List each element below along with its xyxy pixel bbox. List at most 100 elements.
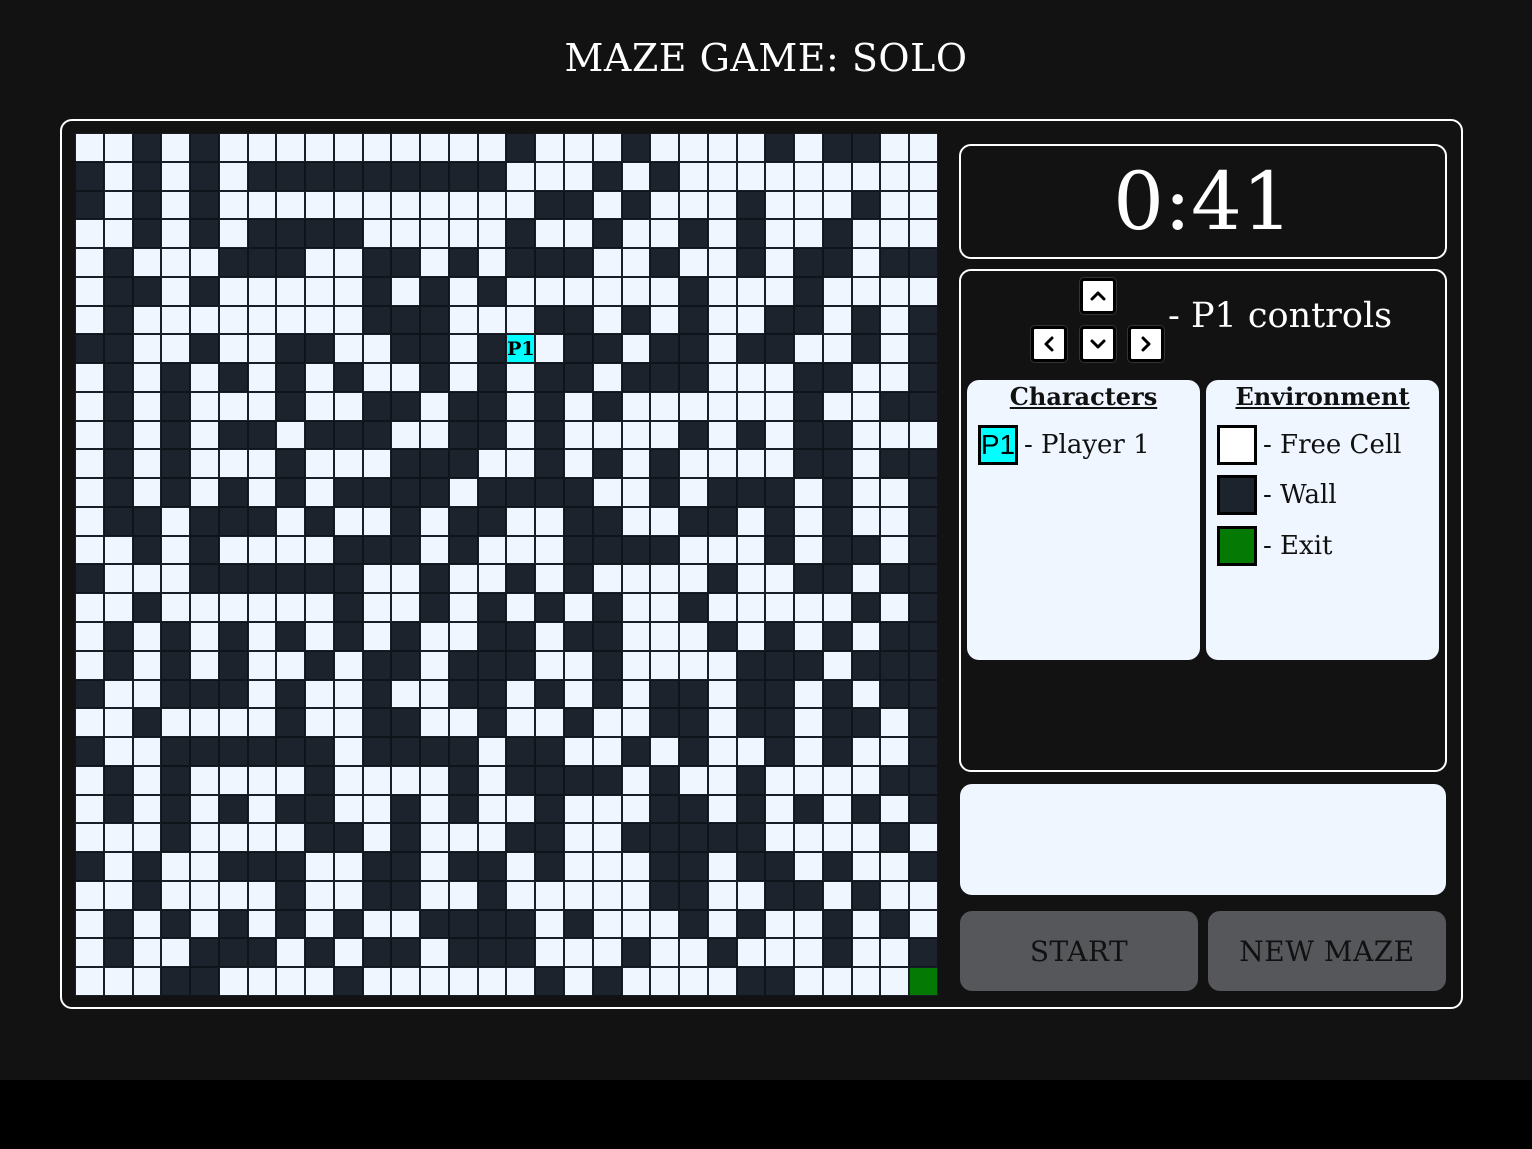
free-cell [650,737,680,766]
arrow-left-key[interactable] [1031,326,1067,362]
chevron-down-icon [1090,339,1106,349]
wall-cell [880,765,910,795]
free-cell [247,765,277,795]
wall-cell [247,420,277,450]
free-cell [506,794,536,824]
environment-legend: Environment - Free Cell - Wall - Exit [1206,380,1439,660]
start-button[interactable]: START [960,911,1198,991]
arrow-right-key[interactable] [1128,326,1164,362]
free-cell [333,737,363,766]
controls-label: - P1 controls [1168,296,1393,336]
free-cell [736,564,766,594]
free-cell [420,679,449,709]
wall-cell [650,765,680,795]
free-cell [851,967,881,996]
free-cell [650,305,680,335]
wall-cell [132,880,162,910]
wall-cell [362,478,392,507]
free-cell [190,363,219,392]
free-cell [190,880,219,910]
free-cell [247,650,277,680]
free-cell [276,650,306,680]
free-cell [621,622,651,651]
free-cell [132,967,162,996]
free-cell [880,133,910,162]
free-cell [218,334,248,364]
free-cell [535,506,565,536]
new-maze-button[interactable]: NEW MAZE [1208,911,1446,991]
wall-cell [276,737,306,766]
free-cell [305,190,334,220]
wall-cell [765,737,795,766]
wall-cell [448,535,478,565]
free-cell [880,190,910,220]
arrow-up-key[interactable] [1080,278,1116,314]
wall-cell [362,420,392,450]
wall-cell [190,506,219,536]
free-cell [75,506,104,536]
wall-cell [851,650,881,680]
free-cell [190,823,219,853]
wall-cell [190,276,219,306]
free-cell [707,363,737,392]
wall-cell [679,219,708,249]
free-cell [880,363,910,392]
free-cell [880,161,910,191]
exit-swatch [1217,526,1257,566]
free-cell [190,478,219,507]
wall-cell [794,276,823,306]
wall-cell [362,276,392,306]
free-cell [333,938,363,968]
free-cell [592,909,622,939]
wall-cell [592,650,622,680]
free-cell [535,880,565,910]
free-cell [707,391,737,421]
free-cell [448,967,478,996]
wall-cell [707,478,737,507]
free-cell [161,219,191,249]
free-cell [190,305,219,335]
wall-cell [132,219,162,249]
free-cell [765,909,795,939]
free-cell [305,248,334,277]
free-cell [822,593,852,623]
wall-cell [880,391,910,421]
free-cell [851,420,881,450]
free-cell [621,506,651,536]
wall-cell [190,133,219,162]
free-cell [190,449,219,479]
free-cell [132,420,162,450]
wall-cell [564,478,593,507]
free-cell [218,880,248,910]
wall-cell [592,161,622,191]
wall-cell [592,967,622,996]
maze-grid[interactable]: P1 [75,133,938,996]
free-cell [650,622,680,651]
free-cell [650,564,680,594]
free-cell [880,334,910,364]
wall-cell [75,852,104,881]
free-cell [909,909,938,939]
free-cell [794,679,823,709]
arrow-down-key[interactable] [1080,326,1116,362]
wall-cell [362,248,392,277]
free-cell [448,622,478,651]
free-cell [333,708,363,738]
free-cell [650,506,680,536]
free-cell [391,593,421,623]
free-cell [362,794,392,824]
free-cell [650,938,680,968]
wall-cell [190,219,219,249]
wall-cell [794,391,823,421]
free-cell [190,852,219,881]
free-cell [362,334,392,364]
free-cell [218,535,248,565]
free-cell [621,420,651,450]
free-cell [621,650,651,680]
free-cell [477,794,507,824]
wall-cell [564,622,593,651]
free-cell [736,363,766,392]
free-cell [477,219,507,249]
wall-cell [276,794,306,824]
wall-cell [736,909,766,939]
